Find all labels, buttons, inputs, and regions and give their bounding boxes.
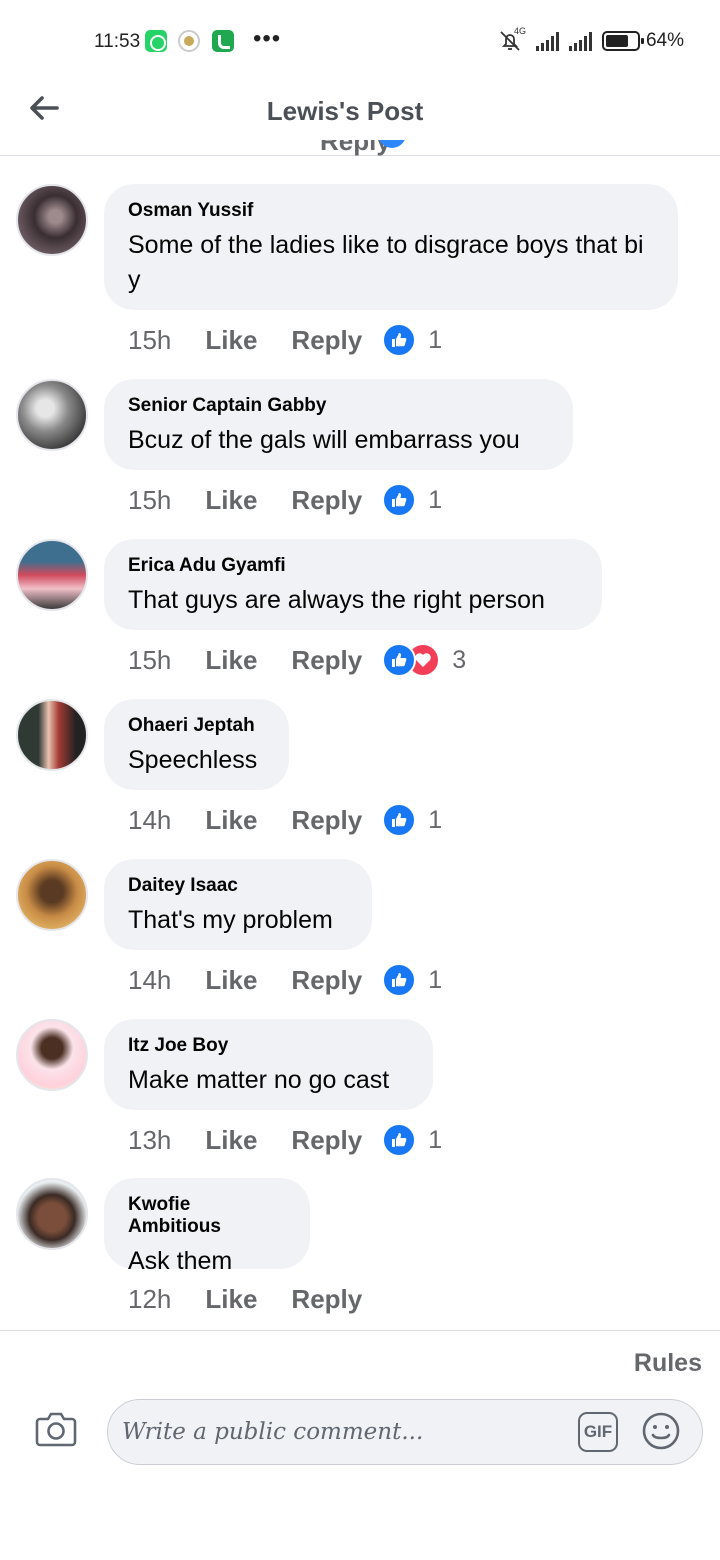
status-time: 11:53: [94, 31, 141, 52]
emoji-icon: [642, 1412, 680, 1450]
reply-button[interactable]: Reply: [291, 485, 362, 516]
reply-button[interactable]: Reply: [291, 325, 362, 356]
reactions-summary[interactable]: 1: [382, 323, 442, 357]
thumbs-up-icon: [382, 323, 417, 357]
comment-author[interactable]: Daitey Isaac: [128, 875, 348, 897]
reply-button[interactable]: Reply: [291, 1284, 362, 1315]
like-button[interactable]: Like: [205, 965, 257, 996]
reaction-count: 1: [428, 965, 443, 994]
comment-input-box: GIF: [107, 1399, 703, 1465]
avatar[interactable]: [16, 1178, 88, 1250]
thumbs-up-icon: [382, 803, 417, 837]
more-notifications-icon: •••: [253, 25, 282, 52]
comment-text: Some of the ladies like to disgrace boys…: [128, 231, 644, 294]
emoji-button[interactable]: [640, 1410, 682, 1452]
comment-bubble[interactable]: Osman Yussif Some of the ladies like to …: [104, 184, 678, 310]
avatar[interactable]: [16, 859, 88, 931]
comment-bubble[interactable]: Daitey Isaac That's my problem: [104, 859, 372, 950]
comment-time[interactable]: 15h: [128, 645, 171, 676]
reactions-summary[interactable]: 1: [382, 483, 442, 517]
comment-actions: 13h Like Reply 1: [128, 1120, 442, 1160]
comment-bubble[interactable]: Itz Joe Boy Make matter no go cast: [104, 1019, 433, 1110]
battery-icon: [601, 31, 644, 51]
reply-button[interactable]: Reply: [291, 645, 362, 676]
comment-text: Ask them: [128, 1247, 233, 1275]
comment-time[interactable]: 14h: [128, 965, 171, 996]
comment-author[interactable]: Erica Adu Gyamfi: [128, 555, 578, 577]
reactions-summary[interactable]: 3: [382, 643, 466, 677]
comment-bubble[interactable]: Kwofie Ambitious Ask them: [104, 1178, 310, 1275]
avatar[interactable]: [16, 699, 88, 771]
comment-bubble[interactable]: Erica Adu Gyamfi That guys are always th…: [104, 539, 602, 630]
reaction-count: 1: [428, 325, 443, 354]
avatar[interactable]: [16, 1019, 88, 1091]
comment-bubble[interactable]: Ohaeri Jeptah Speechless: [104, 699, 289, 790]
page-title: Lewis's Post: [266, 96, 424, 126]
comment-time[interactable]: 13h: [128, 1125, 171, 1156]
comment-author[interactable]: Senior Captain Gabby: [128, 395, 549, 417]
comment-text: Make matter no go cast: [128, 1066, 390, 1094]
reactions-summary[interactable]: 1: [382, 803, 442, 837]
reactions-summary[interactable]: 1: [382, 1123, 442, 1157]
comment-actions: 12h Like Reply: [128, 1279, 382, 1319]
signal-sim1-icon: [535, 31, 559, 51]
reaction-count: 1: [428, 805, 443, 834]
reply-button[interactable]: Reply: [291, 965, 362, 996]
reply-button[interactable]: Reply: [291, 805, 362, 836]
comment-bubble[interactable]: Senior Captain Gabby Bcuz of the gals wi…: [104, 379, 573, 470]
comment-time[interactable]: 15h: [128, 325, 171, 356]
like-button[interactable]: Like: [205, 485, 257, 516]
thumbs-up-icon: [382, 643, 417, 677]
comment-author[interactable]: Kwofie Ambitious: [128, 1194, 286, 1238]
phone-notification-icon: [212, 30, 234, 52]
comment-text: That guys are always the right person: [128, 586, 545, 614]
comment-actions: 14h Like Reply 1: [128, 800, 442, 840]
signal-sim2-icon: [568, 31, 592, 51]
comment-text: That's my problem: [128, 906, 333, 934]
like-button[interactable]: Like: [205, 1125, 257, 1156]
camera-button[interactable]: [34, 1409, 78, 1453]
status-bar: 11:53 ••• 4G 64%: [0, 0, 720, 80]
battery-percent: 64%: [645, 30, 684, 51]
rules-link[interactable]: Rules: [634, 1349, 702, 1378]
clipped-comment-actions: Reply: [300, 140, 430, 156]
comment-author[interactable]: Itz Joe Boy: [128, 1035, 409, 1057]
thumbs-up-icon: [382, 963, 417, 997]
camera-icon: [35, 1412, 77, 1447]
reaction-count: 3: [452, 645, 467, 674]
comment-actions: 15h Like Reply 1: [128, 320, 442, 360]
comment-author[interactable]: Osman Yussif: [128, 200, 654, 222]
like-button[interactable]: Like: [205, 325, 257, 356]
reply-button[interactable]: Reply: [291, 1125, 362, 1156]
comment-time[interactable]: 12h: [128, 1284, 171, 1315]
avatar[interactable]: [16, 184, 88, 256]
thumbs-up-icon: [382, 1123, 417, 1157]
reactions-summary[interactable]: 1: [382, 963, 442, 997]
comment-time[interactable]: 14h: [128, 805, 171, 836]
gif-button[interactable]: GIF: [578, 1412, 618, 1452]
comment-actions: 14h Like Reply 1: [128, 960, 442, 1000]
comment-input[interactable]: [122, 1400, 562, 1464]
bell-off-icon: [500, 31, 520, 51]
comment-actions: 15h Like Reply 3: [128, 640, 466, 680]
avatar[interactable]: [16, 379, 88, 451]
comment-text: Bcuz of the gals will embarrass you: [128, 426, 520, 454]
avatar[interactable]: [16, 539, 88, 611]
thumbs-up-icon: [382, 483, 417, 517]
reaction-count: 1: [428, 1125, 443, 1154]
comment-author[interactable]: Ohaeri Jeptah: [128, 715, 265, 737]
comment-composer: Rules GIF: [0, 1330, 720, 1560]
comment-actions: 15h Like Reply 1: [128, 480, 442, 520]
like-button[interactable]: Like: [205, 1284, 257, 1315]
whatsapp-notification-icon: [145, 30, 167, 52]
like-button[interactable]: Like: [205, 645, 257, 676]
comment-text: Speechless: [128, 746, 258, 774]
app-notification-icon: [178, 30, 200, 52]
reaction-count: 1: [428, 485, 443, 514]
like-button[interactable]: Like: [205, 805, 257, 836]
comment-time[interactable]: 15h: [128, 485, 171, 516]
